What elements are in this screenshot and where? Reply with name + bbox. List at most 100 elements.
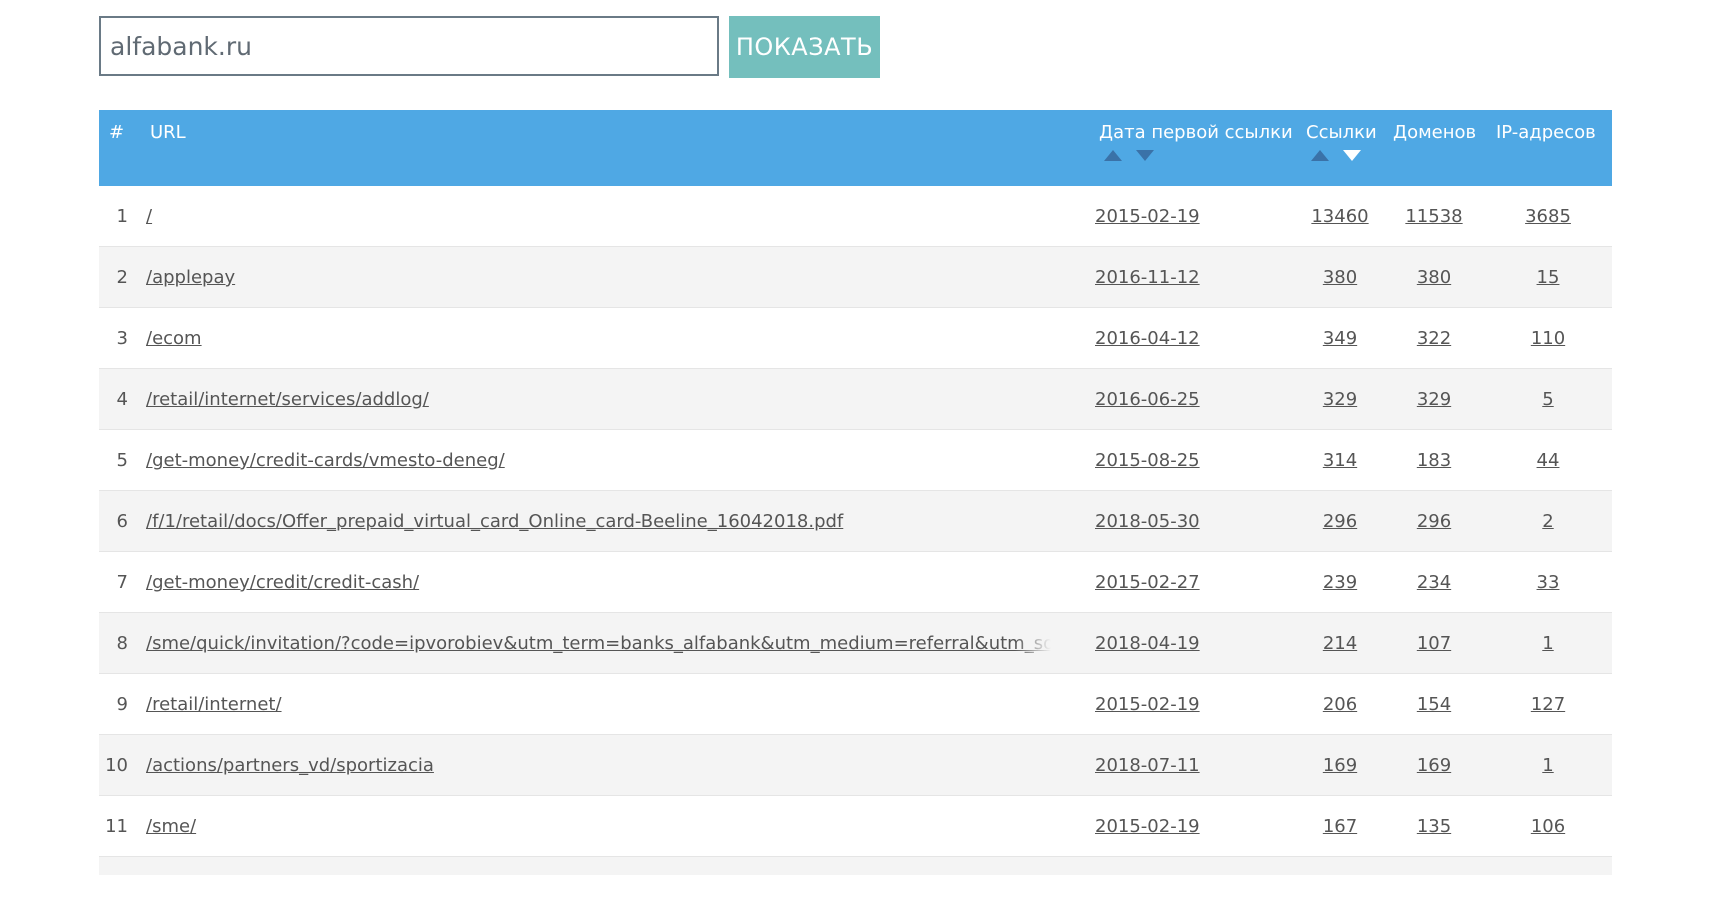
links-count-link[interactable]: 349 [1323, 328, 1357, 349]
ips-count-link[interactable]: 1 [1542, 755, 1553, 776]
date-link[interactable]: 2015-02-19 [1095, 206, 1200, 227]
domains-count-link[interactable]: 380 [1417, 267, 1451, 288]
ips-count-link[interactable]: 33 [1537, 572, 1560, 593]
url-link[interactable]: /retail/internet/ [146, 694, 282, 715]
url-link[interactable]: /actions/partners_vd/sportizacia [146, 755, 434, 776]
links-count-link[interactable]: 239 [1323, 572, 1357, 593]
table-row: 11 /sme/ 2015-02-19 167 135 106 [99, 796, 1612, 857]
links-count-link[interactable]: 380 [1323, 267, 1357, 288]
row-date-cell: 2015-02-19 [1095, 186, 1200, 247]
url-link[interactable]: /retail/internet/services/addlog/ [146, 389, 429, 410]
row-domains-cell: 11538 [1389, 186, 1479, 247]
row-links-cell: 206 [1295, 674, 1385, 735]
url-link[interactable]: /applepay [146, 267, 235, 288]
header-num: # [109, 122, 125, 143]
date-link[interactable]: 2016-04-12 [1095, 328, 1200, 349]
row-date-cell: 2016-04-12 [1095, 308, 1200, 369]
links-count-link[interactable]: 329 [1323, 389, 1357, 410]
url-link[interactable]: / [146, 206, 152, 227]
date-link[interactable]: 2018-04-19 [1095, 633, 1200, 654]
domains-count-link[interactable]: 329 [1417, 389, 1451, 410]
row-num: 1 [116, 206, 128, 227]
links-count-link[interactable]: 296 [1323, 511, 1357, 532]
row-num: 10 [105, 755, 128, 776]
url-link[interactable]: /sme/ [146, 816, 196, 837]
table-row: 3 /ecom 2016-04-12 349 322 110 [99, 308, 1612, 369]
ips-count-link[interactable]: 2 [1542, 511, 1553, 532]
url-link[interactable]: /sme/quick/invitation/?code=ipvorobiev&u… [146, 633, 1051, 654]
row-date-cell: 2015-02-27 [1095, 552, 1200, 613]
row-links-cell: 314 [1295, 430, 1385, 491]
date-link[interactable]: 2015-02-27 [1095, 572, 1200, 593]
table-row: 2 /applepay 2016-11-12 380 380 15 [99, 247, 1612, 308]
row-ips-cell: 44 [1503, 430, 1593, 491]
row-domains-cell: 234 [1389, 552, 1479, 613]
sort-up-icon[interactable] [1104, 150, 1122, 161]
ips-count-link[interactable]: 106 [1531, 816, 1565, 837]
row-ips-cell: 110 [1503, 308, 1593, 369]
header-links: Ссылки [1306, 122, 1377, 143]
row-links-cell: 13460 [1295, 186, 1385, 247]
domains-count-link[interactable]: 322 [1417, 328, 1451, 349]
ips-count-link[interactable]: 44 [1537, 450, 1560, 471]
date-link[interactable]: 2016-11-12 [1095, 267, 1200, 288]
url-link[interactable]: /f/1/retail/docs/Offer_prepaid_virtual_c… [146, 511, 843, 532]
row-ips-cell: 127 [1503, 674, 1593, 735]
ips-count-link[interactable]: 3685 [1525, 206, 1571, 227]
row-links-cell: 239 [1295, 552, 1385, 613]
domains-count-link[interactable]: 183 [1417, 450, 1451, 471]
row-num: 3 [116, 328, 128, 349]
links-count-link[interactable]: 206 [1323, 694, 1357, 715]
domains-count-link[interactable]: 154 [1417, 694, 1451, 715]
date-link[interactable]: 2016-06-25 [1095, 389, 1200, 410]
links-count-link[interactable]: 167 [1323, 816, 1357, 837]
url-link[interactable]: /ecom [146, 328, 202, 349]
sort-up-icon[interactable] [1311, 150, 1329, 161]
domains-count-link[interactable]: 234 [1417, 572, 1451, 593]
row-url-cell: /sme/quick/invitation/?code=ipvorobiev&u… [146, 613, 1051, 674]
row-num: 9 [116, 694, 128, 715]
date-link[interactable]: 2015-02-19 [1095, 694, 1200, 715]
ips-count-link[interactable]: 5 [1542, 389, 1553, 410]
url-link[interactable]: /get-money/credit-cards/vmesto-deneg/ [146, 450, 505, 471]
header-links-label: Ссылки [1306, 122, 1377, 143]
links-count-link[interactable]: 169 [1323, 755, 1357, 776]
date-link[interactable]: 2018-05-30 [1095, 511, 1200, 532]
row-links-cell: 296 [1295, 491, 1385, 552]
links-count-link[interactable]: 214 [1323, 633, 1357, 654]
ips-count-link[interactable]: 15 [1537, 267, 1560, 288]
show-button[interactable]: ПОКАЗАТЬ [729, 16, 880, 78]
domains-count-link[interactable]: 11538 [1405, 206, 1462, 227]
date-sort-controls [1104, 150, 1154, 161]
row-date-cell: 2018-04-19 [1095, 613, 1200, 674]
row-date-cell: 2016-11-12 [1095, 247, 1200, 308]
table-row: 10 /actions/partners_vd/sportizacia 2018… [99, 735, 1612, 796]
domains-count-link[interactable]: 135 [1417, 816, 1451, 837]
row-date-cell: 2015-02-19 [1095, 796, 1200, 857]
row-domains-cell: 154 [1389, 674, 1479, 735]
sort-down-icon[interactable] [1136, 150, 1154, 161]
date-link[interactable]: 2015-08-25 [1095, 450, 1200, 471]
date-link[interactable]: 2015-02-19 [1095, 816, 1200, 837]
table-row: 7 /get-money/credit/credit-cash/ 2015-02… [99, 552, 1612, 613]
row-url-cell: /sme/ [146, 796, 1051, 857]
url-link[interactable]: /get-money/credit/credit-cash/ [146, 572, 419, 593]
row-url-cell: /ecom [146, 308, 1051, 369]
row-url-cell: /retail/internet/services/addlog/ [146, 369, 1051, 430]
row-domains-cell: 296 [1389, 491, 1479, 552]
row-ips-cell: 3685 [1503, 186, 1593, 247]
links-count-link[interactable]: 13460 [1311, 206, 1368, 227]
row-date-cell: 2018-05-30 [1095, 491, 1200, 552]
domains-count-link[interactable]: 169 [1417, 755, 1451, 776]
domains-count-link[interactable]: 107 [1417, 633, 1451, 654]
domains-count-link[interactable]: 296 [1417, 511, 1451, 532]
domain-search-input[interactable] [99, 16, 719, 76]
sort-down-icon[interactable] [1343, 150, 1361, 161]
links-count-link[interactable]: 314 [1323, 450, 1357, 471]
ips-count-link[interactable]: 1 [1542, 633, 1553, 654]
header-url: URL [150, 122, 186, 143]
ips-count-link[interactable]: 110 [1531, 328, 1565, 349]
date-link[interactable]: 2018-07-11 [1095, 755, 1200, 776]
ips-count-link[interactable]: 127 [1531, 694, 1565, 715]
row-ips-cell: 5 [1503, 369, 1593, 430]
